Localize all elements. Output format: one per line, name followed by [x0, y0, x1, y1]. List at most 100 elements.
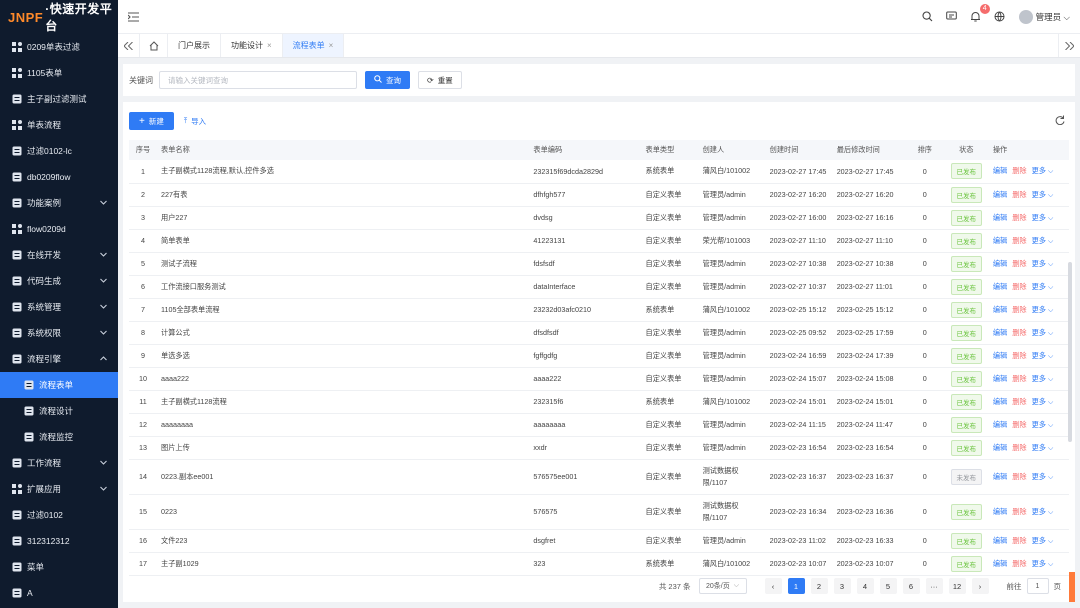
page-ellipsis[interactable]: ··· — [925, 578, 943, 594]
sidebar-item-19[interactable]: 312312312 — [0, 528, 118, 554]
more-button[interactable]: 更多 — [1032, 282, 1046, 291]
delete-button[interactable]: 删除 — [1012, 236, 1026, 245]
page-button[interactable]: 2 — [810, 578, 828, 594]
delete-button[interactable]: 删除 — [1012, 374, 1026, 383]
more-button[interactable]: 更多 — [1032, 443, 1046, 452]
language-globe-icon[interactable] — [993, 10, 1007, 24]
table-row[interactable]: 7 1105全部表单流程 23232d03afc0210 系统表单 蒲风白/101002… — [129, 298, 1069, 322]
edit-button[interactable]: 编辑 — [993, 236, 1007, 245]
table-row[interactable]: 13 图片上传 xxdr 自定义表单 管理员/admin 2023-02-23 16:54… — [129, 436, 1069, 460]
tabs-scroll-right-icon[interactable] — [1058, 34, 1080, 57]
sidebar-item-21[interactable]: A — [0, 580, 118, 606]
sidebar-item-14[interactable]: 流程设计 — [0, 398, 118, 424]
user-avatar[interactable] — [1018, 9, 1033, 24]
delete-button[interactable]: 删除 — [1012, 282, 1026, 291]
table-row[interactable]: 10 aaaa222 aaaa222 自定义表单 管理员/admin 2023-02-24… — [129, 367, 1069, 391]
sidebar-item-15[interactable]: 流程监控 — [0, 424, 118, 450]
more-button[interactable]: 更多 — [1032, 166, 1046, 175]
edit-button[interactable]: 编辑 — [993, 559, 1007, 568]
more-button[interactable]: 更多 — [1032, 236, 1046, 245]
page-button[interactable]: 6 — [902, 578, 920, 594]
page-size-select[interactable]: 20条/页 ⌵ — [698, 578, 747, 594]
table-row[interactable]: 17 主子副1029 323 系统表单 蒲风白/101002 2023-02-23 10:… — [129, 552, 1069, 576]
delete-button[interactable]: 删除 — [1012, 559, 1026, 568]
sidebar-item-13[interactable]: 流程表单 — [0, 372, 118, 398]
table-row[interactable]: 11 主子副横式1128流程 232315f6 系统表单 蒲风白/101002 2023-… — [129, 390, 1069, 414]
delete-button[interactable]: 删除 — [1012, 166, 1026, 175]
more-button[interactable]: 更多 — [1032, 420, 1046, 429]
delete-button[interactable]: 删除 — [1012, 472, 1026, 481]
table-row[interactable]: 8 计算公式 dfsdfsdf 自定义表单 管理员/admin 2023-02-25 09… — [129, 321, 1069, 345]
more-button[interactable]: 更多 — [1032, 536, 1046, 545]
page-button[interactable]: 12 — [948, 578, 966, 594]
edit-button[interactable]: 编辑 — [993, 507, 1007, 516]
sidebar-item-8[interactable]: 在线开发 — [0, 242, 118, 268]
edit-button[interactable]: 编辑 — [993, 420, 1007, 429]
user-menu[interactable]: 管理员 ⌵ — [1036, 11, 1070, 23]
message-icon[interactable] — [945, 10, 959, 24]
table-row[interactable]: 9 单选多选 fgffgdfg 自定义表单 管理员/admin 2023-02-24 16… — [129, 344, 1069, 368]
sidebar-item-2[interactable]: 主子副过滤测试 — [0, 86, 118, 112]
table-row[interactable]: 2 227有表 dfhfgh577 自定义表单 管理员/admin 2023-02-27 … — [129, 183, 1069, 207]
sidebar-item-17[interactable]: 扩展应用 — [0, 476, 118, 502]
tabs-scroll-left-icon[interactable] — [118, 34, 140, 57]
delete-button[interactable]: 删除 — [1012, 259, 1026, 268]
more-button[interactable]: 更多 — [1032, 507, 1046, 516]
next-page-button[interactable]: › — [971, 578, 989, 594]
delete-button[interactable]: 删除 — [1012, 420, 1026, 429]
table-row[interactable]: 12 aaaaaaaa aaaaaaaa 自定义表单 管理员/admin 2023-02-… — [129, 413, 1069, 437]
delete-button[interactable]: 删除 — [1012, 397, 1026, 406]
tab-0[interactable]: 门户展示 — [168, 34, 221, 57]
more-button[interactable]: 更多 — [1032, 374, 1046, 383]
sidebar-item-12[interactable]: 流程引擎 — [0, 346, 118, 372]
delete-button[interactable]: 删除 — [1012, 305, 1026, 314]
tab-1[interactable]: 功能设计 × — [221, 34, 283, 57]
table-row[interactable]: 1 主子副横式1128流程,默认,控件多选 232315f69dcda2829d 系统… — [129, 160, 1069, 184]
sidebar-item-7[interactable]: flow0209d — [0, 216, 118, 242]
sidebar-item-4[interactable]: 过滤0102-lc — [0, 138, 118, 164]
edit-button[interactable]: 编辑 — [993, 282, 1007, 291]
prev-page-button[interactable]: ‹ — [764, 578, 782, 594]
edit-button[interactable]: 编辑 — [993, 351, 1007, 360]
side-float-tab[interactable] — [1069, 572, 1075, 602]
sidebar-item-3[interactable]: 单表流程 — [0, 112, 118, 138]
edit-button[interactable]: 编辑 — [993, 443, 1007, 452]
collapse-sidebar-icon[interactable] — [128, 11, 139, 22]
more-button[interactable]: 更多 — [1032, 351, 1046, 360]
close-tab-icon[interactable]: × — [329, 41, 334, 50]
table-row[interactable]: 16 文件223 dsgfret 自定义表单 管理员/admin 2023-02-23 1… — [129, 529, 1069, 553]
sidebar-item-11[interactable]: 系统权限 — [0, 320, 118, 346]
table-row[interactable]: 15 0223 576575 自定义表单 测试数据权限/1107 2023-02-23 1… — [129, 494, 1069, 530]
delete-button[interactable]: 删除 — [1012, 190, 1026, 199]
table-row[interactable]: 5 测试子流程 fdsfsdf 自定义表单 管理员/admin 2023-02-27 10… — [129, 252, 1069, 276]
sidebar-item-18[interactable]: 过滤0102 — [0, 502, 118, 528]
tab-2[interactable]: 流程表单 × — [282, 34, 345, 57]
import-button[interactable]: ⤒ 导入 — [184, 116, 206, 127]
sidebar-item-6[interactable]: 功能案例 — [0, 190, 118, 216]
sidebar-item-1[interactable]: 1105表单 — [0, 60, 118, 86]
sidebar-item-16[interactable]: 工作流程 — [0, 450, 118, 476]
page-button[interactable]: 4 — [856, 578, 874, 594]
edit-button[interactable]: 编辑 — [993, 472, 1007, 481]
delete-button[interactable]: 删除 — [1012, 328, 1026, 337]
edit-button[interactable]: 编辑 — [993, 328, 1007, 337]
delete-button[interactable]: 删除 — [1012, 507, 1026, 516]
query-button[interactable]: 查询 — [365, 71, 410, 89]
more-button[interactable]: 更多 — [1032, 259, 1046, 268]
sidebar-item-0[interactable]: 0209单表过滤 — [0, 34, 118, 60]
delete-button[interactable]: 删除 — [1012, 351, 1026, 360]
sidebar-item-10[interactable]: 系统管理 — [0, 294, 118, 320]
edit-button[interactable]: 编辑 — [993, 397, 1007, 406]
table-row[interactable]: 14 0223.副本ee001 576575ee001 自定义表单 测试数据权限/110… — [129, 459, 1069, 495]
more-button[interactable]: 更多 — [1032, 328, 1046, 337]
notification-bell-icon[interactable]: 4 — [969, 3, 990, 24]
edit-button[interactable]: 编辑 — [993, 259, 1007, 268]
page-button[interactable]: 5 — [879, 578, 897, 594]
more-button[interactable]: 更多 — [1032, 559, 1046, 568]
goto-page-input[interactable]: 1 — [1026, 578, 1049, 594]
page-button[interactable]: 1 — [787, 578, 805, 594]
more-button[interactable]: 更多 — [1032, 472, 1046, 481]
edit-button[interactable]: 编辑 — [993, 374, 1007, 383]
edit-button[interactable]: 编辑 — [993, 536, 1007, 545]
reload-icon[interactable] — [1055, 114, 1065, 128]
